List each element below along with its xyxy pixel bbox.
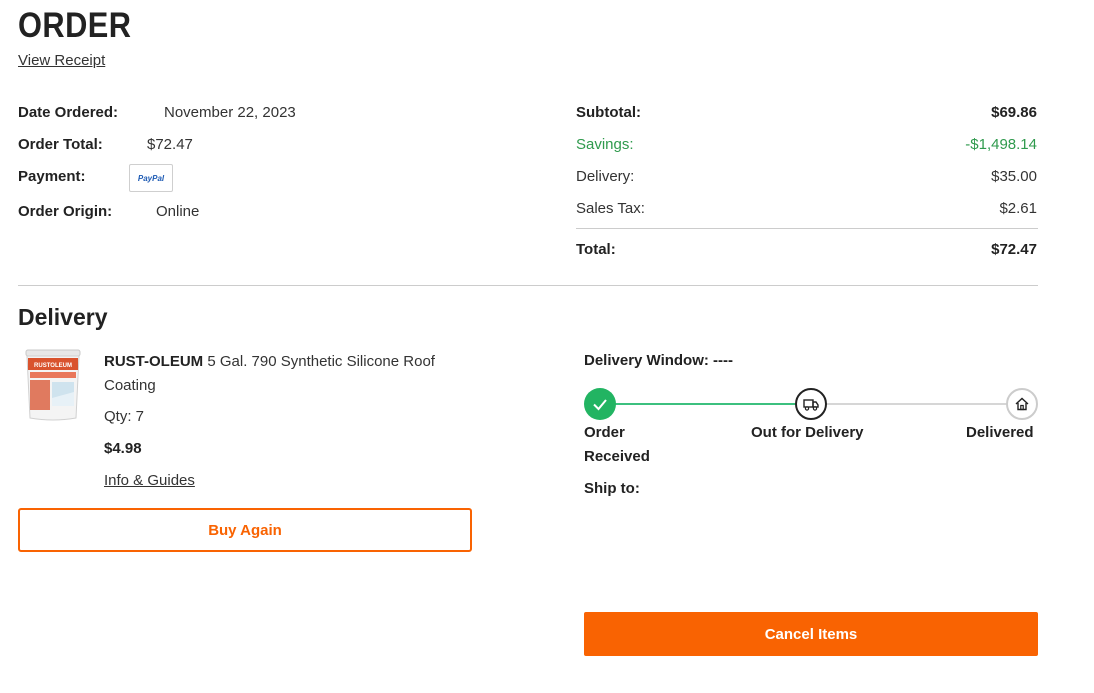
payment-label: Payment: <box>18 168 86 185</box>
section-divider <box>18 285 1038 286</box>
total-label: Total: <box>576 241 616 258</box>
product-image-brand: RUSTOLEUM <box>34 363 72 369</box>
delivery-fee-value: $35.00 <box>991 168 1037 185</box>
subtotal-label: Subtotal: <box>576 104 641 121</box>
delivery-fee-label: Delivery: <box>576 168 635 185</box>
product-quantity: Qty: 7 <box>104 408 145 425</box>
paypal-logo: PayPal <box>129 164 173 192</box>
step-out-for-delivery <box>795 388 827 420</box>
summary-savings-row: Savings: -$1,498.14 <box>576 136 1037 153</box>
step-label-delivered: Delivered <box>966 424 1034 441</box>
order-origin-value: Online <box>156 203 200 220</box>
summary-tax-row: Sales Tax: $2.61 <box>576 200 1037 217</box>
paint-bucket-image: RUSTOLEUM <box>25 349 81 421</box>
product-image[interactable]: RUSTOLEUM <box>22 348 84 424</box>
info-guides-link[interactable]: Info & Guides <box>104 472 195 489</box>
check-icon <box>593 399 607 411</box>
page-title: ORDER <box>18 6 132 45</box>
order-total-value: $72.47 <box>147 136 193 153</box>
ship-to-label: Ship to: <box>584 480 640 497</box>
date-ordered-value: November 22, 2023 <box>164 104 296 121</box>
product-price: $4.98 <box>104 440 142 457</box>
delivery-section-title: Delivery <box>18 304 108 330</box>
paypal-logo-text: PayPal <box>137 173 165 183</box>
step-label-out-for-delivery: Out for Delivery <box>751 424 864 441</box>
product-title[interactable]: RUST-OLEUM 5 Gal. 790 Synthetic Silicone… <box>104 350 484 398</box>
savings-value: -$1,498.14 <box>965 136 1037 153</box>
order-total-label: Order Total: <box>18 136 103 153</box>
product-brand: RUST-OLEUM <box>104 353 204 370</box>
summary-divider <box>576 228 1038 229</box>
summary-total-row: Total: $72.47 <box>576 241 1037 258</box>
order-origin-label: Order Origin: <box>18 203 113 220</box>
step-label-line2: Received <box>584 448 650 465</box>
savings-label: Savings: <box>576 136 634 153</box>
subtotal-value: $69.86 <box>991 104 1037 121</box>
progress-line-pending <box>812 403 1022 405</box>
date-ordered-label: Date Ordered: <box>18 104 119 121</box>
progress-line-complete <box>600 403 812 405</box>
buy-again-button[interactable]: Buy Again <box>18 508 472 552</box>
house-icon <box>1015 397 1029 411</box>
step-delivered <box>1006 388 1038 420</box>
truck-icon <box>803 399 819 411</box>
cancel-items-button[interactable]: Cancel Items <box>584 612 1038 656</box>
step-label-order-received: Order Received <box>584 421 650 469</box>
step-order-received <box>584 388 616 420</box>
delivery-window: Delivery Window: ---- <box>584 352 734 369</box>
summary-delivery-row: Delivery: $35.00 <box>576 168 1037 185</box>
step-label-line1: Order <box>584 424 625 441</box>
sales-tax-value: $2.61 <box>999 200 1037 217</box>
total-value: $72.47 <box>991 241 1037 258</box>
summary-subtotal-row: Subtotal: $69.86 <box>576 104 1037 121</box>
sales-tax-label: Sales Tax: <box>576 200 645 217</box>
view-receipt-link[interactable]: View Receipt <box>18 52 105 69</box>
